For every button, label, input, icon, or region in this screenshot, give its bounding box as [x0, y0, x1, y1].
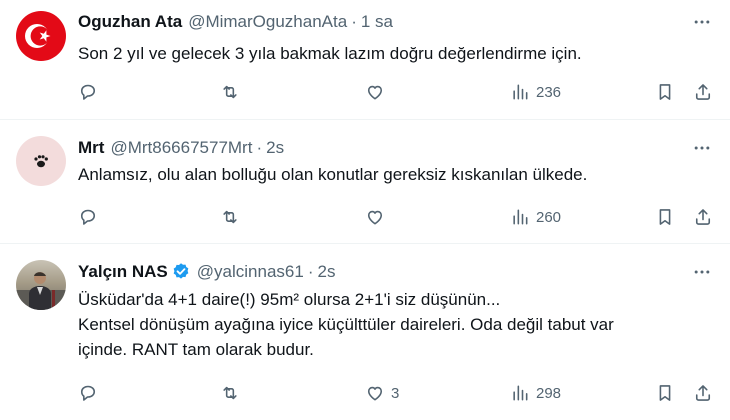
reply-icon: [78, 383, 98, 403]
views-icon: [510, 207, 530, 227]
more-icon[interactable]: [690, 136, 714, 160]
tweet-header: Yalçın NAS @yalcinnas61 · 2s: [78, 261, 335, 283]
person-photo-icon: [16, 272, 66, 310]
bookmark-button[interactable]: [655, 80, 675, 104]
reply-button[interactable]: [78, 205, 98, 229]
more-icon[interactable]: [690, 260, 714, 284]
retweet-icon: [220, 82, 240, 102]
tweet-text-line: Kentsel dönüşüm ayağına iyice küçülttüle…: [78, 315, 614, 334]
retweet-button[interactable]: [220, 80, 240, 104]
retweet-button[interactable]: [220, 381, 240, 405]
avatar-oguzhan-ata[interactable]: [16, 11, 66, 61]
views-icon: [510, 383, 530, 403]
share-button[interactable]: [693, 381, 713, 405]
paw-icon: [34, 155, 48, 168]
separator-dot: ·: [351, 12, 357, 31]
tweet-text-line: içinde. RANT tam olarak budur.: [78, 340, 314, 359]
share-button[interactable]: [693, 80, 713, 104]
reply-button[interactable]: [78, 381, 98, 405]
bookmark-icon: [655, 383, 675, 403]
action-bar: 3 298: [0, 381, 730, 405]
tweet-text-line: Üsküdar'da 4+1 daire(!) 95m² olursa 2+1'…: [78, 290, 501, 309]
separator-dot: ·: [256, 138, 263, 157]
views-button[interactable]: 236: [510, 80, 561, 104]
avatar-mrt[interactable]: [16, 136, 66, 186]
separator-dot: ·: [307, 262, 314, 281]
share-icon: [693, 383, 713, 403]
retweet-button[interactable]: [220, 205, 240, 229]
display-name[interactable]: Mrt: [78, 138, 104, 158]
turkish-flag-icon: [25, 24, 51, 48]
share-icon: [693, 82, 713, 102]
timestamp[interactable]: 1 sa: [361, 12, 393, 32]
like-count: 3: [391, 384, 400, 402]
views-button[interactable]: 260: [510, 205, 561, 229]
tweet-text: Üsküdar'da 4+1 daire(!) 95m² olursa 2+1'…: [78, 287, 710, 362]
tweet-text-line: Anlamsız, olu alan bolluğu olan konutlar…: [78, 165, 588, 184]
action-bar: 236: [0, 80, 730, 104]
like-icon: [365, 82, 385, 102]
view-count: 236: [536, 83, 562, 101]
tweet-2[interactable]: Mrt @Mrt86667577Mrt · 2s Anlamsız, olu a…: [0, 120, 730, 244]
tweet-text: Son 2 yıl ve gelecek 3 yıla bakmak lazım…: [78, 41, 710, 66]
bookmark-icon: [655, 82, 675, 102]
reply-icon: [78, 207, 98, 227]
user-handle[interactable]: @Mrt86667577Mrt: [110, 138, 252, 158]
share-icon: [693, 207, 713, 227]
view-count: 298: [536, 384, 562, 402]
like-button[interactable]: [365, 80, 391, 104]
share-button[interactable]: [693, 205, 713, 229]
tweet-text: Anlamsız, olu alan bolluğu olan konutlar…: [78, 162, 710, 187]
avatar-yalcin-nas[interactable]: [16, 260, 66, 310]
like-icon: [365, 383, 385, 403]
timestamp[interactable]: 2s: [317, 262, 335, 282]
views-icon: [510, 82, 530, 102]
bookmark-icon: [655, 207, 675, 227]
reply-icon: [78, 82, 98, 102]
views-button[interactable]: 298: [510, 381, 561, 405]
tweet-1[interactable]: Oguzhan Ata @MimarOguzhanAta · 1 sa Son …: [0, 0, 730, 120]
more-icon[interactable]: [690, 10, 714, 34]
reply-button[interactable]: [78, 80, 98, 104]
view-count: 260: [536, 208, 562, 226]
verified-badge-icon: [171, 262, 191, 282]
like-button[interactable]: 3: [365, 381, 399, 405]
timestamp[interactable]: 2s: [266, 138, 284, 158]
user-handle[interactable]: @yalcinnas61: [197, 262, 304, 282]
tweet-header: Oguzhan Ata @MimarOguzhanAta · 1 sa: [78, 11, 393, 33]
tweet-header: Mrt @Mrt86667577Mrt · 2s: [78, 137, 284, 159]
tweet-text-line: Son 2 yıl ve gelecek 3 yıla bakmak lazım…: [78, 44, 582, 63]
retweet-icon: [220, 207, 240, 227]
like-button[interactable]: [365, 205, 391, 229]
bookmark-button[interactable]: [655, 381, 675, 405]
bookmark-button[interactable]: [655, 205, 675, 229]
tweet-3[interactable]: Yalçın NAS @yalcinnas61 · 2s Üsküdar'da …: [0, 244, 730, 420]
retweet-icon: [220, 383, 240, 403]
action-bar: 260: [0, 205, 730, 229]
display-name[interactable]: Yalçın NAS: [78, 262, 168, 282]
user-handle[interactable]: @MimarOguzhanAta: [188, 12, 347, 32]
display-name[interactable]: Oguzhan Ata: [78, 12, 182, 32]
like-icon: [365, 207, 385, 227]
